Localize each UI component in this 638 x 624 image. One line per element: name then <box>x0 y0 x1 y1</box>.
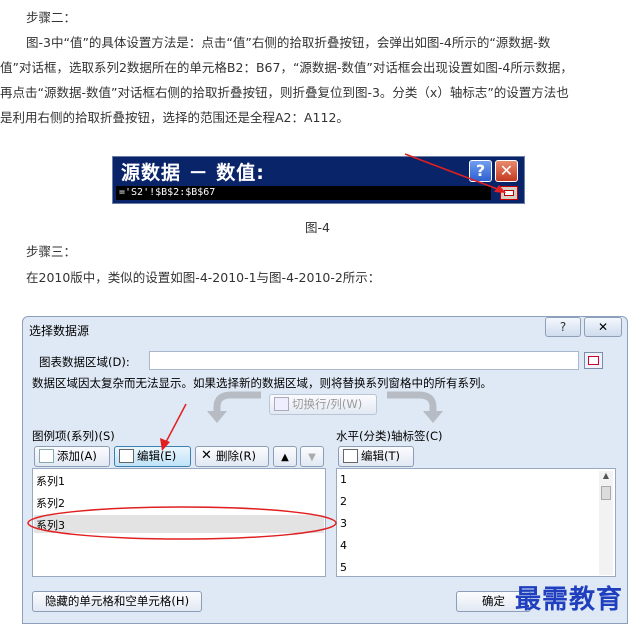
step2-line-3: 再点击“源数据-数值”对话框右侧的拾取折叠按钮，则折叠复位到图-3。分类（x）轴… <box>0 85 569 100</box>
watermark-logo: 最需教育 <box>515 585 624 615</box>
axis-edit-label: 编辑(T) <box>361 449 400 463</box>
step2-line-2: 值”对话框，选取系列2数据所在的单元格B2：B67，“源数据-数值”对话框会出现… <box>0 60 573 75</box>
collapse-icon <box>588 356 599 365</box>
close-button[interactable]: ✕ <box>584 317 622 337</box>
range-collapse-button[interactable] <box>584 352 603 369</box>
figure-4-caption: 图-4 <box>305 220 330 235</box>
axis-labels-list: 1 2 3 4 5 ▲ <box>336 468 616 577</box>
step3-text: 在2010版中，类似的设置如图-4-2010-1与图-4-2010-2所示： <box>26 270 381 285</box>
switch-right-arrow-icon <box>387 391 443 423</box>
help-button[interactable]: ? <box>545 317 581 337</box>
edit-icon <box>343 448 358 463</box>
chart-range-input[interactable] <box>149 351 579 370</box>
vertical-scrollbar[interactable]: ▲ <box>599 471 613 575</box>
dialog-title: 选择数据源 <box>29 324 90 338</box>
chart-range-label: 图表数据区域(D): <box>39 355 130 369</box>
step3-heading: 步骤三： <box>26 244 77 259</box>
step2-heading: 步骤二： <box>26 10 77 25</box>
list-item[interactable]: 5 <box>340 561 347 574</box>
axis-section-label: 水平(分类)轴标签(C) <box>336 429 443 443</box>
scroll-thumb[interactable] <box>601 486 611 500</box>
hidden-empty-cells-button[interactable]: 隐藏的单元格和空单元格(H) <box>32 591 202 612</box>
edit-axis-labels-button[interactable]: 编辑(T) <box>338 446 414 467</box>
annotation-arrow <box>404 153 506 193</box>
step2-line-1: 图-3中“值”的具体设置方法是：点击“值”右侧的拾取折叠按钮，会弹出如图-4所示… <box>26 35 551 50</box>
annotation-markup <box>27 403 337 540</box>
dialog-title: 源数据 － 数值: <box>121 162 265 184</box>
step2-line-4: 是利用右侧的拾取折叠按钮，选择的范围还是全程A2：A112。 <box>0 110 349 125</box>
scroll-up-icon[interactable]: ▲ <box>599 471 613 483</box>
